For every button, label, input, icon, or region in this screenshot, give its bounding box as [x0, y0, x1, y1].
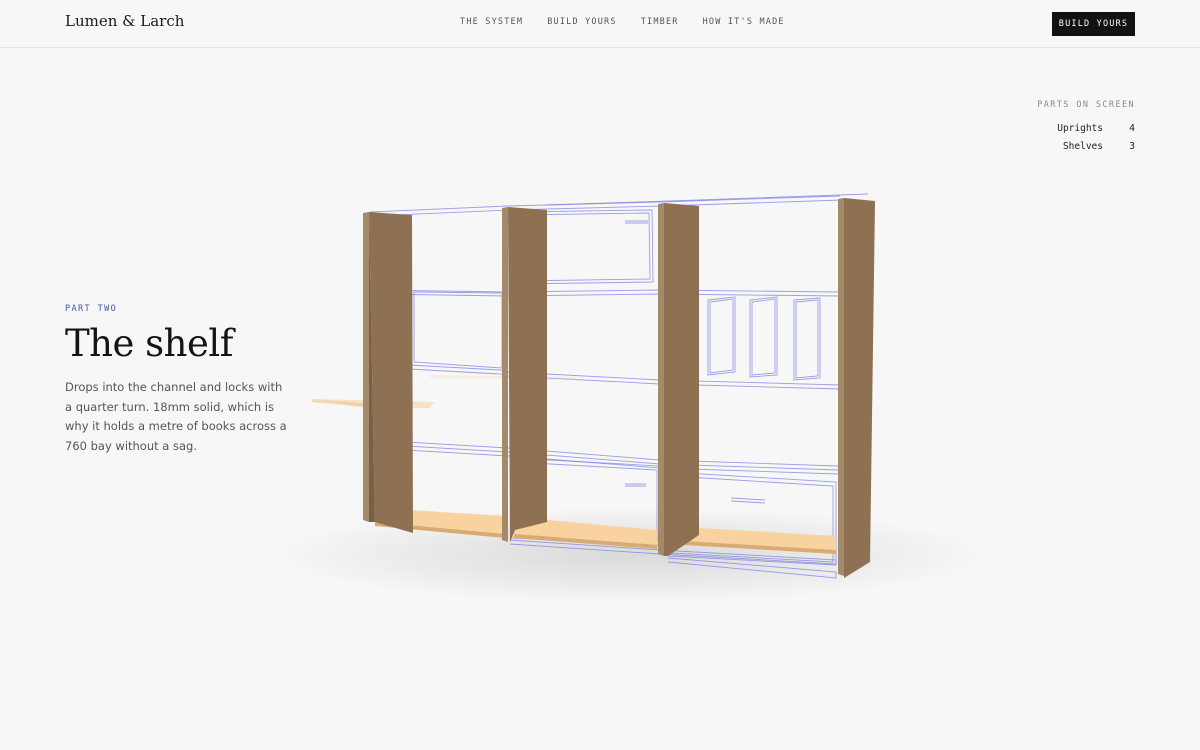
parts-row-count: 4 [1129, 123, 1135, 134]
parts-row-label: Shelves [1062, 141, 1103, 152]
section-eyebrow: PART TWO [65, 304, 118, 314]
shelf-3d-render [270, 193, 990, 603]
parts-panel-title: PARTS ON SCREEN [1037, 100, 1135, 110]
parts-row-shelves: Shelves 3 [1037, 141, 1135, 152]
parts-row-label: Uprights [1057, 123, 1103, 134]
section-title: The shelf [65, 322, 233, 365]
parts-row-count: 3 [1129, 141, 1135, 152]
parts-on-screen-panel: PARTS ON SCREEN Uprights 4 Shelves 3 [1037, 100, 1135, 159]
parts-row-uprights: Uprights 4 [1037, 123, 1135, 134]
section-body: Drops into the channel and locks with a … [65, 380, 287, 453]
